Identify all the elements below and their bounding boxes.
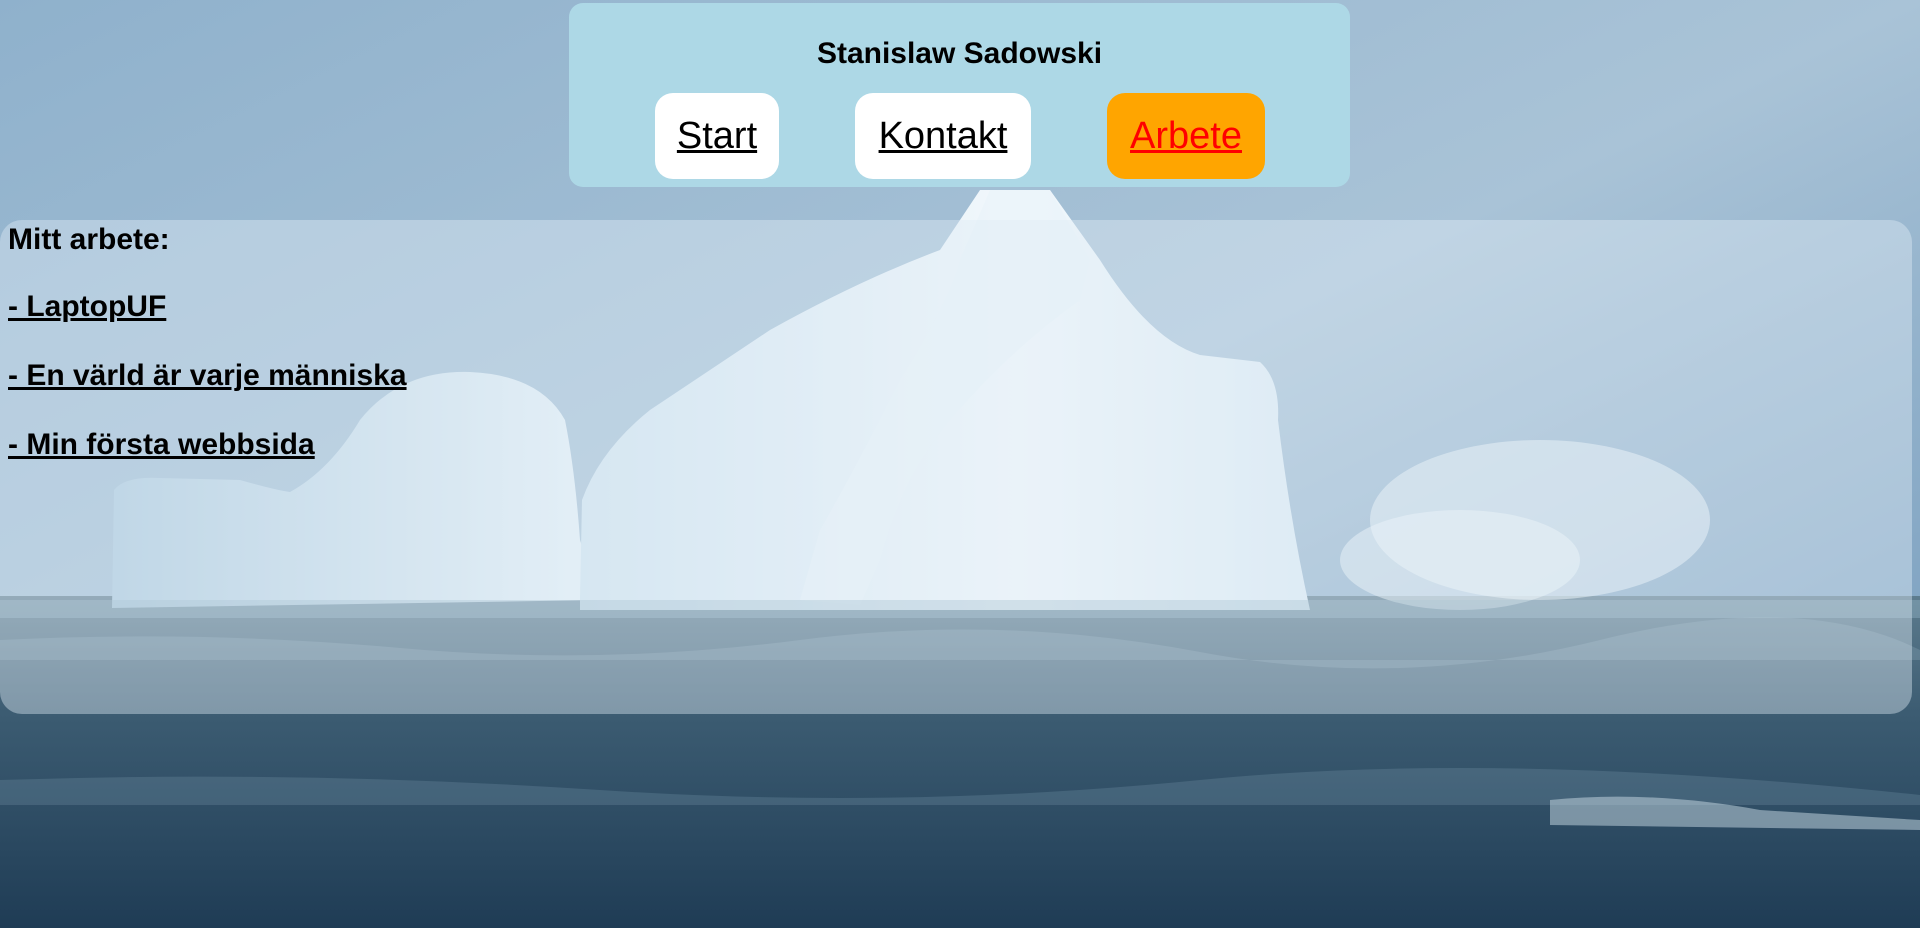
- site-title: Stanislaw Sadowski: [816, 37, 1103, 70]
- work-panel: Mitt arbete: - LaptopUF - En värld är va…: [0, 220, 1912, 714]
- work-heading: Mitt arbete:: [8, 223, 170, 256]
- work-link-en-varld[interactable]: - En värld är varje människa: [8, 358, 407, 394]
- nav-button-arbete[interactable]: Arbete: [1107, 93, 1265, 179]
- nav-button-start[interactable]: Start: [655, 93, 779, 179]
- nav-button-kontakt[interactable]: Kontakt: [855, 93, 1031, 179]
- work-link-min-forsta-webbsida[interactable]: - Min första webbsida: [8, 427, 315, 463]
- work-link-laptopuf[interactable]: - LaptopUF: [8, 289, 166, 325]
- site-header: Stanislaw Sadowski Start Kontakt Arbete: [569, 3, 1350, 187]
